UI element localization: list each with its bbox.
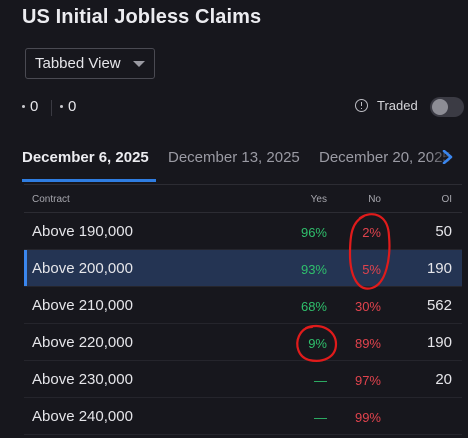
table-row[interactable]: Above 210,000 68% 30% 562 <box>24 287 462 324</box>
row-no-price[interactable]: 5% <box>362 262 381 277</box>
table-row[interactable]: Above 190,000 96% 2% 50 <box>24 213 462 250</box>
traded-toggle[interactable] <box>430 97 464 117</box>
row-yes-price[interactable]: 68% <box>301 299 327 314</box>
row-no-price[interactable]: 97% <box>355 373 381 388</box>
row-yes-price[interactable]: — <box>314 410 327 425</box>
header-oi: OI <box>441 194 452 205</box>
counter-first: 0 <box>22 98 38 115</box>
counter-divider <box>51 100 52 116</box>
view-mode-select-value: Tabbed View <box>35 55 121 72</box>
table-row[interactable]: Above 220,000 9% 89% 190 <box>24 324 462 361</box>
row-open-interest: 190 <box>426 260 452 277</box>
traded-label: Traded <box>377 98 418 113</box>
header-contract: Contract <box>32 194 70 205</box>
row-no-price[interactable]: 30% <box>355 299 381 314</box>
bullet-dot-icon <box>22 105 25 108</box>
table-row[interactable]: Above 230,000 — 97% 20 <box>24 361 462 398</box>
active-tab-indicator <box>22 179 156 182</box>
row-contract: Above 230,000 <box>32 371 133 388</box>
header-yes: Yes <box>310 194 327 205</box>
header-no: No <box>368 194 381 205</box>
row-contract: Above 190,000 <box>32 223 133 240</box>
row-contract: Above 220,000 <box>32 334 133 351</box>
bullet-dot-icon <box>60 105 63 108</box>
tab-december-6[interactable]: December 6, 2025 <box>22 149 149 166</box>
chevron-down-icon <box>133 61 145 67</box>
row-yes-price[interactable]: 96% <box>301 225 327 240</box>
row-no-price[interactable]: 99% <box>355 410 381 425</box>
row-open-interest: 562 <box>426 297 452 314</box>
row-yes-price[interactable]: — <box>314 373 327 388</box>
row-no-price[interactable]: 2% <box>362 225 381 240</box>
row-no-price[interactable]: 89% <box>355 336 381 351</box>
date-tabs: December 6, 2025 December 13, 2025 Decem… <box>0 140 468 184</box>
view-mode-select[interactable]: Tabbed View <box>25 48 155 79</box>
row-open-interest: 190 <box>426 334 452 351</box>
row-contract: Above 210,000 <box>32 297 133 314</box>
tab-december-13[interactable]: December 13, 2025 <box>168 149 300 166</box>
row-yes-price[interactable]: 93% <box>301 262 327 277</box>
row-yes-price[interactable]: 9% <box>308 336 327 351</box>
contracts-table: Contract Yes No OI Above 190,000 96% 2% … <box>24 184 462 435</box>
chevron-right-icon[interactable] <box>441 150 455 164</box>
counter-first-value: 0 <box>30 98 39 115</box>
table-row-selected[interactable]: Above 200,000 93% 5% 190 <box>24 250 462 287</box>
row-contract: Above 200,000 <box>32 260 133 277</box>
traded-filter: Traded <box>355 98 418 113</box>
counter-second: 0 <box>60 98 76 115</box>
table-row[interactable]: Above 240,000 — 99% <box>24 398 462 435</box>
row-open-interest: 50 <box>435 223 452 240</box>
counter-second-value: 0 <box>68 98 77 115</box>
page-title: US Initial Jobless Claims <box>22 6 262 28</box>
table-header: Contract Yes No OI <box>24 185 462 213</box>
row-contract: Above 240,000 <box>32 408 133 425</box>
info-icon[interactable] <box>355 99 368 112</box>
row-open-interest: 20 <box>435 371 452 388</box>
toggle-knob <box>432 99 448 115</box>
